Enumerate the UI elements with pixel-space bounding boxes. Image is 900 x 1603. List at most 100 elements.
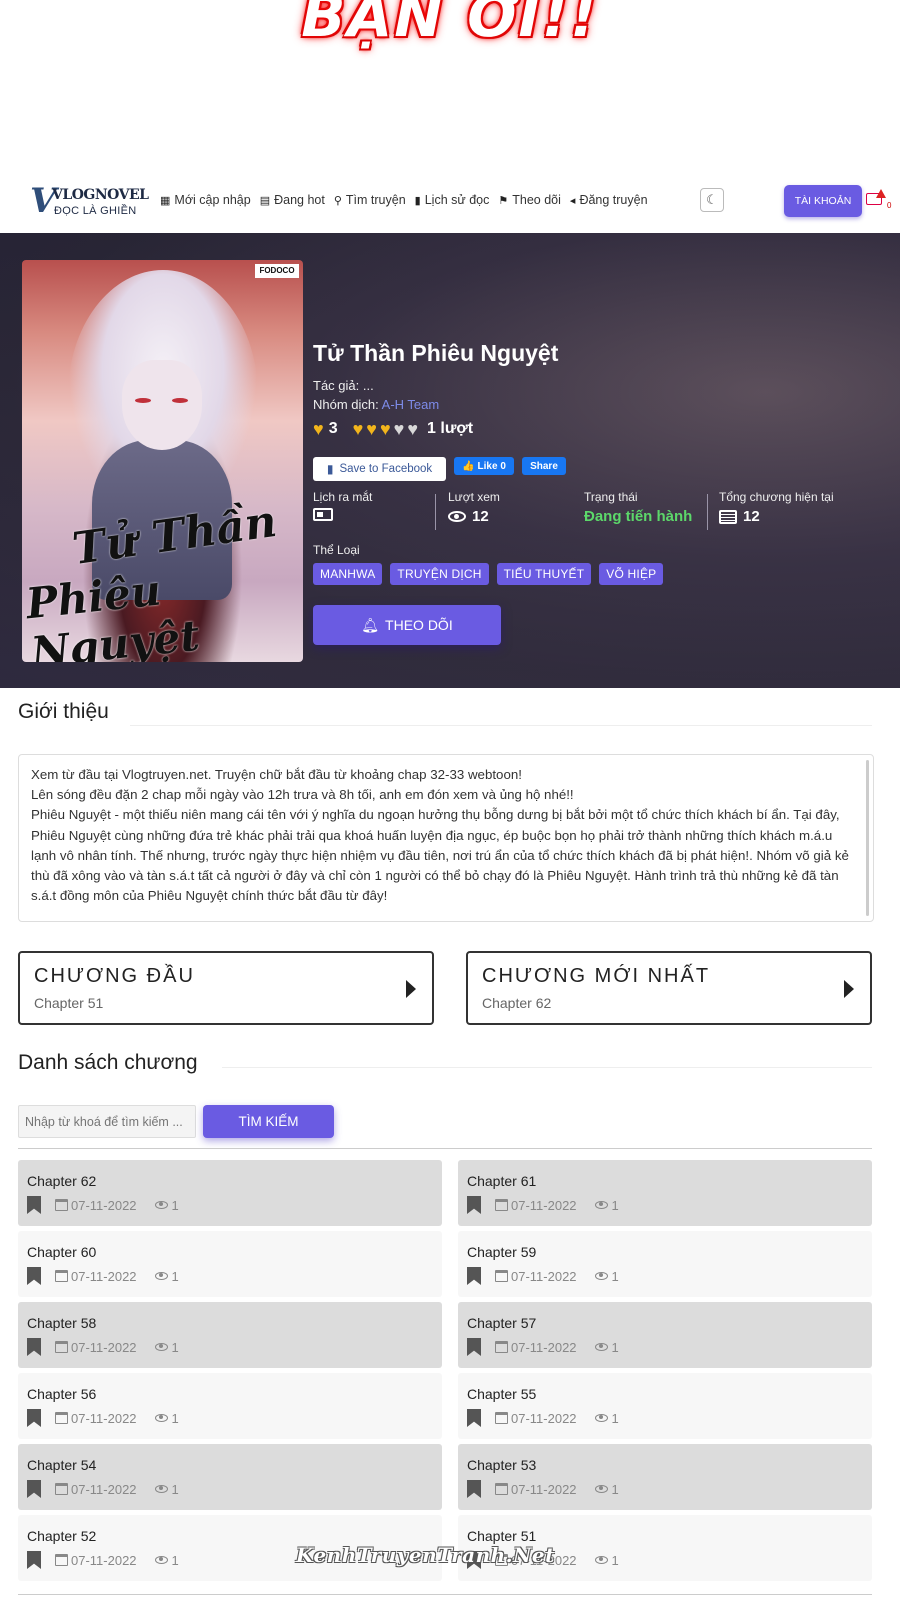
chapter-views: 1 <box>171 1197 179 1213</box>
bookmark-icon[interactable] <box>467 1267 481 1285</box>
chapter-row[interactable]: Chapter 61 07-11-2022 1 <box>458 1160 872 1226</box>
chapter-date: 07-11-2022 <box>71 1552 137 1568</box>
rating-heart-1[interactable]: ♥ <box>353 419 364 439</box>
account-button[interactable]: TÀI KHOẢN <box>784 185 862 217</box>
chapter-views: 1 <box>611 1410 619 1426</box>
views-value: 12 <box>472 508 489 525</box>
rating: ♥ 3 ♥ ♥ ♥ ♥ ♥ 1 lượt <box>313 419 473 439</box>
views-label: Lượt xem <box>448 490 500 504</box>
genre-tags: MANHWA TRUYỆN DỊCH TIỂU THUYẾT VÕ HIỆP <box>313 563 664 585</box>
rating-heart-4[interactable]: ♥ <box>394 419 405 439</box>
eye-icon <box>154 1343 168 1351</box>
nav-item-new-updates[interactable]: ▦ Mới cập nhập <box>160 193 251 207</box>
chapter-date: 07-11-2022 <box>511 1410 577 1426</box>
chapter-name: Chapter 60 <box>27 1244 97 1260</box>
chapters-label: Tổng chương hiện tại <box>719 490 834 504</box>
chapter-views: 1 <box>611 1268 619 1284</box>
rating-heart-5[interactable]: ♥ <box>407 419 418 439</box>
navbar: V VLOGNOVEL ĐỌC LÀ GHIỀN ▦ Mới cập nhập … <box>0 175 900 233</box>
divider <box>130 725 872 726</box>
caret-right-icon <box>844 980 854 998</box>
genre-tag[interactable]: MANHWA <box>313 563 383 585</box>
eye-icon <box>154 1201 168 1209</box>
nav-item-post-story[interactable]: ◂ Đăng truyện <box>570 193 648 207</box>
first-chapter-card[interactable]: CHƯƠNG ĐẦU Chapter 51 <box>18 951 434 1025</box>
chapter-row[interactable]: Chapter 60 07-11-2022 1 <box>18 1231 442 1297</box>
genre-label: Thể Loại <box>313 543 360 557</box>
intro-line: Phiêu Nguyệt - một thiếu niên mang cái t… <box>31 807 849 904</box>
follow-button[interactable]: 🔔︎ THEO DÕI <box>313 605 501 645</box>
chapter-row[interactable]: Chapter 57 07-11-2022 1 <box>458 1302 872 1368</box>
eye-icon <box>594 1485 608 1493</box>
calendar-icon <box>55 1554 68 1566</box>
cover-image[interactable]: FODOCO Tử Thần Phiêu Nguyệt <box>22 260 303 662</box>
latest-chapter-card[interactable]: CHƯƠNG MỚI NHẤT Chapter 62 <box>466 951 872 1025</box>
intro-line: Lên sóng đều đặn 2 chap mỗi ngày vào 12h… <box>31 787 574 803</box>
nav-item-search[interactable]: ⚲ Tìm truyện <box>334 193 406 207</box>
bookmark-icon[interactable] <box>27 1267 41 1285</box>
release-label: Lịch ra mắt <box>313 490 373 504</box>
facebook-like-button[interactable]: 👍 Like 0 <box>454 457 514 475</box>
dark-mode-toggle[interactable]: ☾ <box>700 188 724 212</box>
thumbs-up-icon: 👍 <box>462 460 475 472</box>
hot-list-icon: ▤ <box>259 194 271 207</box>
story-hero: FODOCO Tử Thần Phiêu Nguyệt Tử Thần Phiê… <box>0 233 900 688</box>
chapter-name: Chapter 51 <box>467 1528 537 1544</box>
nav-item-hot[interactable]: ▤ Đang hot <box>260 193 325 207</box>
chapter-row[interactable]: Chapter 53 07-11-2022 1 <box>458 1444 872 1510</box>
chapter-views: 1 <box>171 1481 179 1497</box>
bookmark-icon[interactable] <box>467 1480 481 1498</box>
notification-button[interactable]: 0 <box>866 189 892 213</box>
facebook-share-button[interactable]: Share <box>522 457 566 475</box>
bookmark-icon[interactable] <box>27 1409 41 1427</box>
chapter-row[interactable]: Chapter 55 07-11-2022 1 <box>458 1373 872 1439</box>
site-logo[interactable]: V VLOGNOVEL ĐỌC LÀ GHIỀN <box>30 183 149 223</box>
intro-text-box: Xem từ đầu tại Vlogtruyen.net. Truyện ch… <box>18 754 874 922</box>
intro-scrollbar[interactable] <box>866 760 869 916</box>
watermark: KenhTruyenTranh.Net <box>296 1543 555 1567</box>
grid-icon: ▦ <box>160 194 171 207</box>
genre-tag[interactable]: TRUYỆN DỊCH <box>390 563 489 585</box>
chapter-row[interactable]: Chapter 54 07-11-2022 1 <box>18 1444 442 1510</box>
calendar-icon <box>55 1199 68 1211</box>
bookmark-icon[interactable] <box>467 1409 481 1427</box>
genre-tag[interactable]: TIỂU THUYẾT <box>496 563 592 585</box>
calendar-icon <box>55 1412 68 1424</box>
chapter-row[interactable]: Chapter 56 07-11-2022 1 <box>18 1373 442 1439</box>
eye-icon <box>154 1414 168 1422</box>
stat-views: Lượt xem 12 <box>448 490 500 534</box>
chapter-name: Chapter 56 <box>27 1386 97 1402</box>
save-to-facebook-button[interactable]: ▮ Save to Facebook <box>313 457 446 481</box>
rating-heart-3[interactable]: ♥ <box>380 419 391 439</box>
bookmark-icon[interactable] <box>27 1196 41 1214</box>
alert-icon <box>876 189 886 198</box>
chapter-name: Chapter 59 <box>467 1244 537 1260</box>
bookmark-icon[interactable] <box>27 1338 41 1356</box>
nav-item-following[interactable]: ⚑ Theo dõi <box>498 193 561 207</box>
chapter-views: 1 <box>611 1481 619 1497</box>
chapter-row[interactable]: Chapter 58 07-11-2022 1 <box>18 1302 442 1368</box>
search-button[interactable]: TÌM KIẾM <box>203 1105 334 1138</box>
bookmark-icon[interactable] <box>27 1480 41 1498</box>
nav-item-history[interactable]: ▮ Lịch sử đọc <box>415 193 490 207</box>
eye-icon <box>594 1272 608 1280</box>
chapter-search-input[interactable] <box>18 1105 196 1138</box>
divider <box>18 1148 872 1149</box>
chapter-row[interactable]: Chapter 62 07-11-2022 1 <box>18 1160 442 1226</box>
genre-tag[interactable]: VÕ HIỆP <box>599 563 664 585</box>
bookmark-icon[interactable] <box>467 1338 481 1356</box>
chapter-name: Chapter 62 <box>27 1173 97 1189</box>
translator-row: Nhóm dịch: A-H Team <box>313 397 439 412</box>
rating-heart-2[interactable]: ♥ <box>366 419 377 439</box>
bookmark-icon[interactable] <box>27 1551 41 1569</box>
calendar-icon <box>55 1270 68 1282</box>
chapter-name: Chapter 53 <box>467 1457 537 1473</box>
book-icon: ▮ <box>414 194 421 207</box>
megaphone-icon: ◂ <box>569 194 576 207</box>
translator-link[interactable]: A-H Team <box>382 397 440 412</box>
nav-item-label: Theo dõi <box>512 193 561 207</box>
chapter-row[interactable]: Chapter 59 07-11-2022 1 <box>458 1231 872 1297</box>
eye-icon <box>154 1272 168 1280</box>
bookmark-icon[interactable] <box>467 1196 481 1214</box>
chapter-views: 1 <box>611 1339 619 1355</box>
